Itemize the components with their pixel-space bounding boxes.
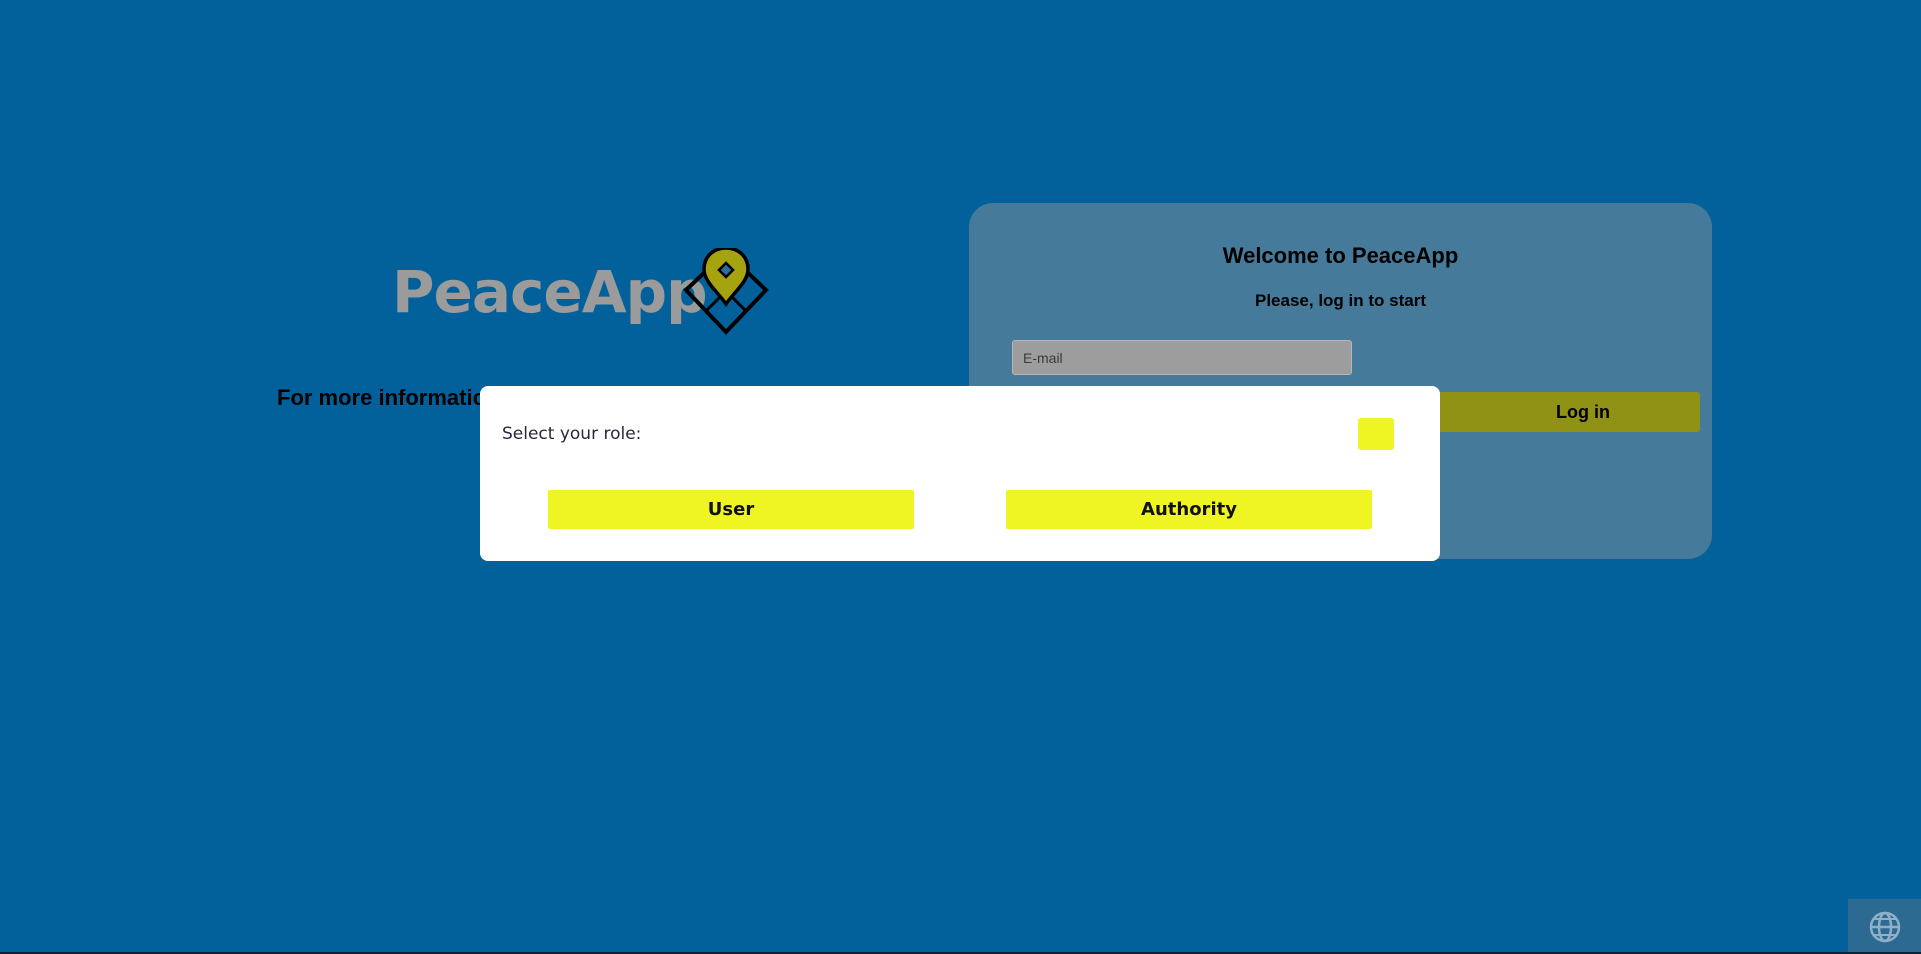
map-pin-icon bbox=[683, 248, 769, 335]
login-title: Welcome to PeaceApp bbox=[1222, 243, 1459, 268]
info-text: For more informatio bbox=[277, 385, 487, 410]
login-subtitle: Please, log in to start bbox=[1255, 291, 1426, 310]
login-button[interactable]: Log in bbox=[1406, 392, 1700, 432]
brand-name: PeaceApp bbox=[392, 258, 708, 326]
close-icon[interactable] bbox=[1358, 418, 1394, 450]
globe-icon bbox=[1869, 911, 1900, 942]
user-role-button[interactable]: User bbox=[548, 490, 914, 529]
authority-role-button[interactable]: Authority bbox=[1006, 490, 1372, 529]
email-field[interactable] bbox=[1012, 340, 1352, 375]
role-modal: Select your role: User Authority bbox=[480, 386, 1440, 561]
language-button[interactable] bbox=[1848, 899, 1921, 954]
modal-title: Select your role: bbox=[502, 424, 642, 444]
